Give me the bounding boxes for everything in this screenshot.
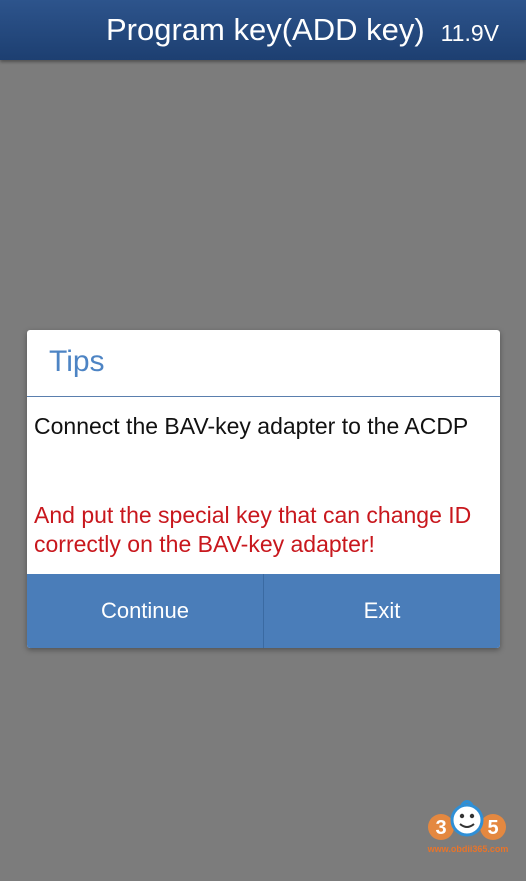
page-title: Program key(ADD key) (106, 12, 425, 47)
continue-button[interactable]: Continue (27, 574, 263, 648)
obdii365-watermark: 3 5 www.obdii365.com (424, 796, 512, 860)
logo-digit-right: 5 (487, 817, 498, 839)
obdii365-logo-icon: 3 5 (428, 800, 506, 840)
logo-digit-left: 3 (435, 817, 446, 839)
battery-voltage: 11.9V (440, 20, 499, 46)
dialog-message: Connect the BAV-key adapter to the ACDP (34, 413, 469, 439)
watermark-url: www.obdii365.com (427, 844, 509, 854)
dialog-title: Tips (49, 345, 105, 378)
tips-dialog: Tips Connect the BAV-key adapter to the … (27, 330, 500, 648)
exit-button[interactable]: Exit (264, 574, 500, 648)
dialog-button-bar: Continue Exit (27, 574, 500, 648)
top-app-bar: Program key(ADD key) 11.9V (0, 0, 526, 60)
dialog-divider (27, 396, 500, 397)
dialog-warning: And put the special key that can change … (34, 502, 472, 557)
